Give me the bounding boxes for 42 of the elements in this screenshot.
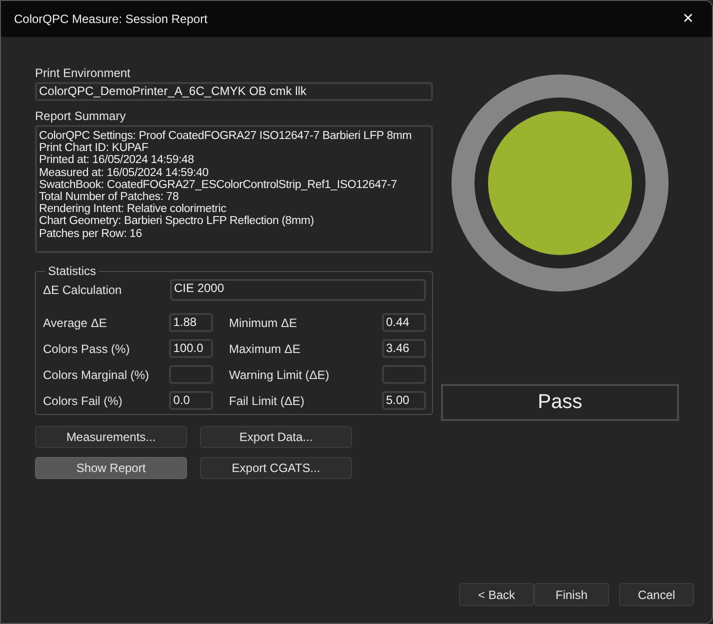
footer-button[interactable]: Finish [534,583,609,606]
value-field[interactable] [382,365,426,384]
field-label: Average ΔE [43,316,108,330]
value-field[interactable]: 100.0 [169,339,213,358]
value-field[interactable]: 1.88 [169,313,213,332]
value-field[interactable]: 3.46 [382,339,426,358]
summary-line: ColorQPC Settings: Proof CoatedFOGRA27 ISO12647-7 Barbieri LFP 8mm [39,130,413,142]
field-label: Colors Pass (%) [43,342,131,356]
calculation-field[interactable]: CIE 2000 [170,279,426,301]
field-label: Fail Limit (ΔE) [229,394,306,408]
summary-line: Print Chart ID: KUPAF [39,142,150,154]
summary-line: Patches per Row: 16 [39,228,143,240]
summary-line: Total Number of Patches: 78 [39,191,180,204]
field-label: Colors Fail (%) [43,394,124,408]
field-label: Report Summary [35,109,127,123]
value-field[interactable]: 0.44 [382,313,426,332]
result-label: Pass [441,384,679,421]
summary-line: Rendering Intent: Relative colorimetric [39,203,228,216]
summary-line: Chart Geometry: Barbieri Spectro LFP Reflection (8mm) [39,215,315,228]
action-button[interactable]: Measurements... [35,426,187,448]
summary-line: Printed at: 16/05/2024 14:59:48 [39,154,195,167]
field-label: Colors Marginal (%) [43,368,150,382]
action-button[interactable]: Show Report [35,457,187,479]
footer-button[interactable]: Cancel [619,583,694,606]
summary-line: Measured at: 16/05/2024 14:59:40 [39,166,210,179]
summary-line: SwatchBook: CoatedFOGRA27_ESColorControlStrip_Ref1_ISO12647-7 [39,178,398,192]
field-label: Minimum ΔE [229,316,298,330]
footer-button[interactable]: < Back [459,583,534,606]
action-button[interactable]: Export Data... [200,426,352,448]
value-field[interactable] [169,365,213,384]
field-label: Maximum ΔE [229,342,302,356]
field-label: Warning Limit (ΔE) [229,368,330,382]
action-button[interactable]: Export CGATS... [200,457,352,479]
group-title: Statistics [47,265,98,277]
report-summary-box[interactable] [35,125,433,253]
window-title: ColorQPC Measure: Session Report [14,12,208,26]
print-environment-field[interactable]: ColorQPC_DemoPrinter_A_6C_CMYK OB cmk llk [35,82,433,101]
value-field[interactable]: 0.0 [169,391,213,410]
field-label: ΔE Calculation [43,283,123,297]
close-button[interactable]: ✕ [678,11,698,27]
value-field[interactable]: 5.00 [382,391,426,410]
field-label: Print Environment [35,66,132,80]
